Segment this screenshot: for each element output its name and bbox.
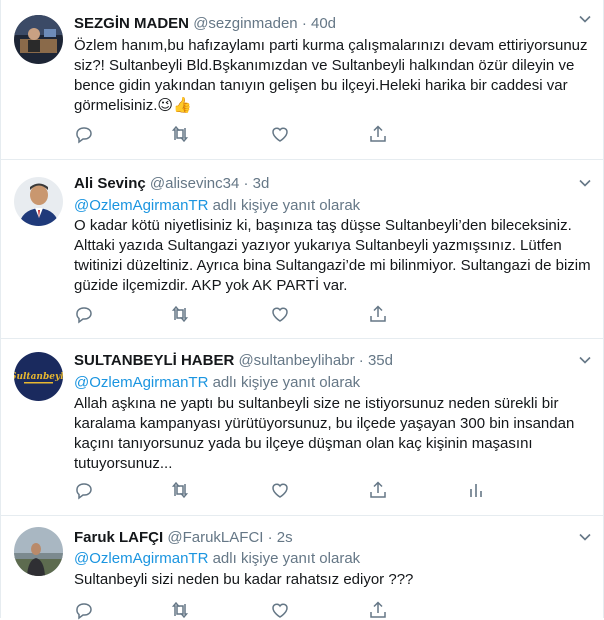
chevron-down-icon[interactable] <box>579 532 591 542</box>
tweet[interactable]: Faruk LAFÇI @FarukLAFCI · 2s @OzlemAgirm… <box>1 516 603 620</box>
reply-icon[interactable] <box>74 304 94 324</box>
reply-icon[interactable] <box>74 124 94 144</box>
tweet-actions <box>74 124 494 144</box>
avatar[interactable] <box>14 15 63 64</box>
share-icon[interactable] <box>368 480 388 500</box>
timestamp[interactable]: 40d <box>311 15 336 32</box>
tweet-actions <box>74 480 494 500</box>
tweet-text-line: karalama kampanyası yürütüyorsunuz, bu i… <box>74 415 575 432</box>
like-icon[interactable] <box>270 124 290 144</box>
like-icon[interactable] <box>270 480 290 500</box>
retweet-icon[interactable] <box>170 124 190 144</box>
retweet-icon[interactable] <box>170 600 190 620</box>
chevron-down-icon[interactable] <box>579 14 591 24</box>
reply-icon[interactable] <box>74 480 94 500</box>
tweet-text-line: O kadar kötü niyetlisiniz ki, başınıza t… <box>74 217 572 234</box>
avatar[interactable] <box>14 527 63 576</box>
timestamp[interactable]: 2s <box>277 529 293 546</box>
chevron-down-icon[interactable] <box>579 355 591 365</box>
reply-mention-link[interactable]: @OzlemAgirmanTR <box>74 374 208 391</box>
tweet-header: SEZGİN MADEN @sezginmaden · 40d <box>74 14 589 34</box>
svg-text:Sultanbeyli: Sultanbeyli <box>14 372 63 382</box>
replying-label: adlı kişiye yanıt olarak <box>208 197 361 214</box>
share-icon[interactable] <box>368 600 388 620</box>
display-name[interactable]: SULTANBEYLİ HABER <box>74 352 234 369</box>
user-handle[interactable]: @sezginmaden <box>193 15 297 32</box>
separator: · <box>243 175 249 192</box>
display-name[interactable]: SEZGİN MADEN <box>74 15 189 32</box>
avatar[interactable] <box>14 177 63 226</box>
user-handle[interactable]: @alisevinc34 <box>150 175 239 192</box>
reply-icon[interactable] <box>74 600 94 620</box>
timestamp[interactable]: 35d <box>368 352 393 369</box>
tweet-text: Sultanbeyli sizi neden bu kadar rahatsız… <box>74 570 589 590</box>
tweet[interactable]: Ali Sevinç @alisevinc34 · 3d @OzlemAgirm… <box>1 160 603 339</box>
like-icon[interactable] <box>270 600 290 620</box>
tweet-text-line: Alttaki yazıda Sultangazi yazıyor yukarı… <box>74 237 562 254</box>
tweet-text: Özlem hanım,bu hafızaylamı parti kurma ç… <box>74 36 589 116</box>
reply-mention-link[interactable]: @OzlemAgirmanTR <box>74 550 208 567</box>
retweet-icon[interactable] <box>170 304 190 324</box>
tweet-text-line: görmelisiniz.😉👍 <box>74 97 192 114</box>
tweet-actions <box>74 304 494 324</box>
timestamp[interactable]: 3d <box>253 175 270 192</box>
replying-to: @OzlemAgirmanTR adlı kişiye yanıt olarak <box>74 549 589 569</box>
replying-label: adlı kişiye yanıt olarak <box>208 550 361 567</box>
tweet-text-line: siz?! Sultanbeyli Bld.Bşkanımızdan ve Su… <box>74 57 575 74</box>
user-handle[interactable]: @sultanbeylihabr <box>238 352 354 369</box>
timeline: SEZGİN MADEN @sezginmaden · 40d Özlem ha… <box>0 0 604 620</box>
display-name[interactable]: Ali Sevinç <box>74 175 146 192</box>
reply-mention-link[interactable]: @OzlemAgirmanTR <box>74 197 208 214</box>
tweet-text-line: Sultanbeyli sizi neden bu kadar rahatsız… <box>74 571 414 588</box>
separator: · <box>267 529 273 546</box>
tweet-text-line: Allah aşkına ne yaptı bu sultanbeyli siz… <box>74 395 559 412</box>
like-icon[interactable] <box>270 304 290 324</box>
avatar[interactable]: Sultanbeyli <box>14 352 63 401</box>
replying-to: @OzlemAgirmanTR adlı kişiye yanıt olarak <box>74 196 589 216</box>
display-name[interactable]: Faruk LAFÇI <box>74 529 163 546</box>
tweet-text: Allah aşkına ne yaptı bu sultanbeyli siz… <box>74 394 589 474</box>
replying-to: @OzlemAgirmanTR adlı kişiye yanıt olarak <box>74 373 589 393</box>
tweet-header: Ali Sevinç @alisevinc34 · 3d <box>74 174 589 194</box>
analytics-icon[interactable] <box>466 480 486 500</box>
tweet[interactable]: SEZGİN MADEN @sezginmaden · 40d Özlem ha… <box>1 0 603 160</box>
separator: · <box>358 352 364 369</box>
tweet-text-line: twitinizi düzeltiniz. Ayrıca bina Sultan… <box>74 257 591 274</box>
share-icon[interactable] <box>368 304 388 324</box>
tweet-actions <box>74 600 494 620</box>
tweet-text-line: bence gidin yakından tanıyın gelişen bu … <box>74 77 568 94</box>
tweet-text-line: tutuyorsunuz... <box>74 455 173 472</box>
user-handle[interactable]: @FarukLAFCI <box>167 529 263 546</box>
retweet-icon[interactable] <box>170 480 190 500</box>
tweet[interactable]: Sultanbeyli SULTANBEYLİ HABER @sultanbey… <box>1 339 603 516</box>
tweet-text-line: Özlem hanım,bu hafızaylamı parti kurma ç… <box>74 37 588 54</box>
separator: · <box>301 15 307 32</box>
tweet-text-line: kaçını tanıyorsunuz yada bu ilçeye düşma… <box>74 435 533 452</box>
tweet-text: O kadar kötü niyetlisiniz ki, başınıza t… <box>74 216 591 296</box>
chevron-down-icon[interactable] <box>579 178 591 188</box>
tweet-text-line: güzide ilçemizdir. AKP yok AK PARTİ var. <box>74 277 348 294</box>
tweet-header: SULTANBEYLİ HABER @sultanbeylihabr · 35d <box>74 351 589 371</box>
replying-label: adlı kişiye yanıt olarak <box>208 374 361 391</box>
share-icon[interactable] <box>368 124 388 144</box>
tweet-header: Faruk LAFÇI @FarukLAFCI · 2s <box>74 528 589 548</box>
